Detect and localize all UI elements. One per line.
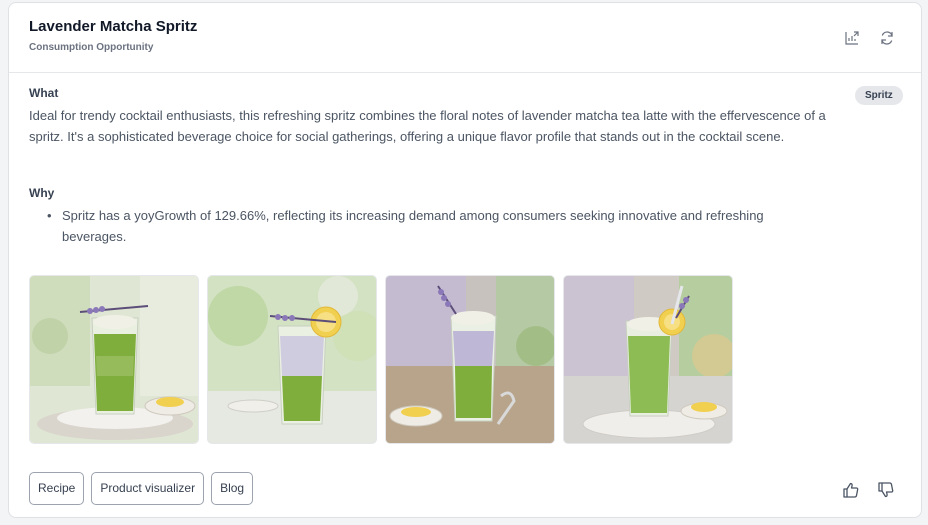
what-description: Ideal for trendy cocktail enthusiasts, t… <box>29 108 826 144</box>
blog-button[interactable]: Blog <box>211 472 254 505</box>
image-gallery <box>29 275 733 444</box>
product-visualizer-button[interactable]: Product visualizer <box>91 472 205 505</box>
export-chart-button[interactable] <box>839 25 865 51</box>
category-tag: Spritz <box>855 86 903 105</box>
card-subtitle: Consumption Opportunity <box>29 42 154 53</box>
why-list: Spritz has a yoyGrowth of 129.66%, refle… <box>29 205 809 247</box>
drink-image-3[interactable] <box>385 275 555 444</box>
thumbs-up-icon <box>843 482 859 498</box>
drink-image-2[interactable] <box>207 275 377 444</box>
refresh-icon <box>881 31 893 45</box>
why-label: Why <box>29 186 55 200</box>
refresh-button[interactable] <box>874 25 900 51</box>
recipe-button[interactable]: Recipe <box>29 472 85 505</box>
consumption-opportunity-card: Lavender Matcha Spritz Consumption Oppor… <box>8 2 922 518</box>
dislike-button[interactable] <box>873 477 899 503</box>
action-buttons: Recipe Product visualizer Blog <box>29 472 254 505</box>
drink-image-4[interactable] <box>563 275 733 444</box>
drink-image-1[interactable] <box>29 275 199 444</box>
why-list-item: Spritz has a yoyGrowth of 129.66%, refle… <box>29 205 809 247</box>
thumbs-down-icon <box>878 482 894 498</box>
what-label: What <box>29 86 59 100</box>
chart-export-icon <box>845 31 859 45</box>
like-button[interactable] <box>838 477 864 503</box>
card-title: Lavender Matcha Spritz <box>29 18 198 35</box>
card-header: Lavender Matcha Spritz Consumption Oppor… <box>9 3 921 73</box>
